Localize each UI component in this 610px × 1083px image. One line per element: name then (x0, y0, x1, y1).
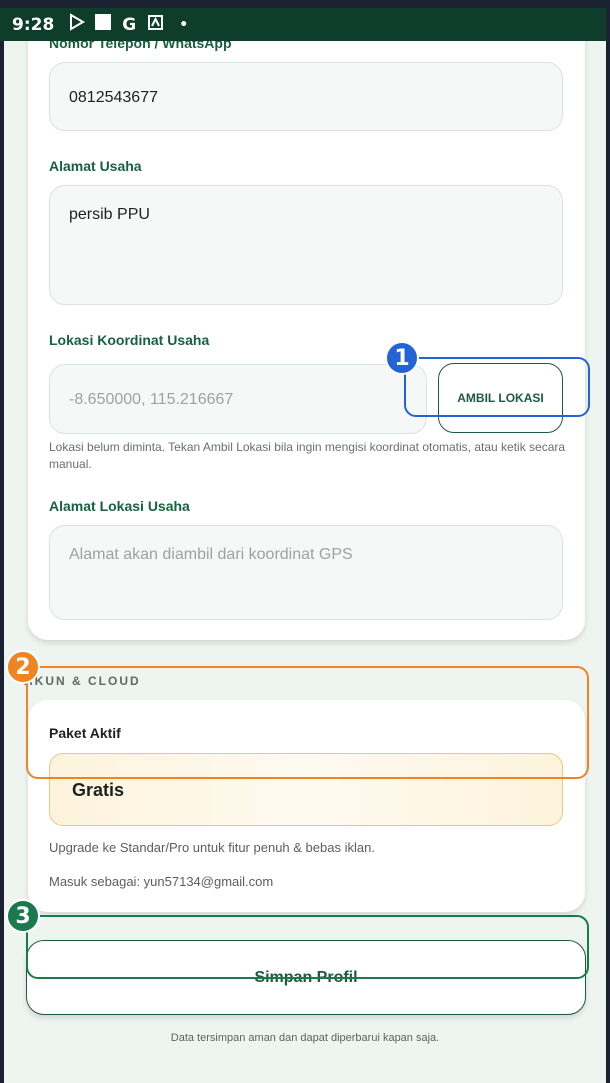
callout-box-1 (404, 357, 590, 417)
upgrade-text: Upgrade ke Standar/Pro untuk fitur penuh… (49, 840, 375, 855)
gps-address-textarea[interactable]: Alamat akan diambil dari koordinat GPS (49, 525, 563, 620)
footer-note: Data tersimpan aman dan dapat diperbarui… (170, 1032, 440, 1044)
status-time: 9:28 (12, 14, 55, 35)
plan-name: Gratis (72, 780, 125, 800)
status-bar: 9:28 G • (0, 8, 606, 41)
callout-badge-1: 1 (385, 341, 419, 375)
phone-value: 0812543677 (69, 89, 158, 106)
gps-address-label: Alamat Lokasi Usaha (49, 498, 190, 514)
coordinate-input[interactable]: -8.650000, 115.216667 (49, 364, 427, 434)
address-label: Alamat Usaha (49, 158, 142, 174)
address-textarea[interactable]: persib PPU (49, 185, 563, 305)
callout-badge-3: 3 (6, 899, 40, 933)
square-notification-icon (94, 13, 112, 36)
play-store-icon (68, 13, 86, 36)
coordinate-label: Lokasi Koordinat Usaha (49, 332, 210, 348)
callout-badge-2: 2 (6, 650, 40, 684)
callout-box-2 (26, 666, 589, 779)
app-notification-icon (148, 14, 164, 35)
logged-in-text: Masuk sebagai: yun57134@gmail.com (49, 874, 274, 889)
gps-address-placeholder: Alamat akan diambil dari koordinat GPS (69, 546, 353, 563)
callout-box-3 (26, 915, 589, 979)
address-value: persib PPU (69, 206, 150, 223)
coordinate-helper-text: Lokasi belum diminta. Tekan Ambil Lokasi… (49, 440, 566, 471)
coordinate-placeholder: -8.650000, 115.216667 (69, 391, 234, 408)
google-icon: G (122, 14, 137, 35)
dot-icon: • (179, 16, 189, 33)
phone-input[interactable]: 0812543677 (49, 62, 563, 131)
